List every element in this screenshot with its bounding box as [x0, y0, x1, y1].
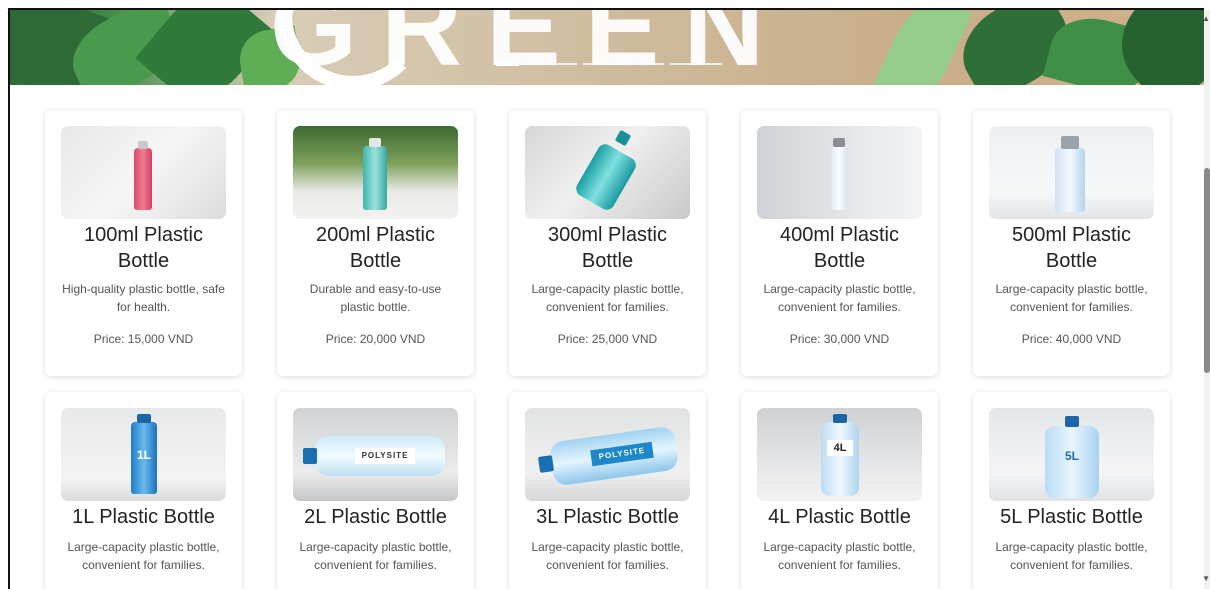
bottle-shape: [363, 146, 387, 210]
bottle-shape: [821, 422, 859, 496]
product-image: [757, 126, 922, 219]
bottle-shape: [1055, 148, 1085, 212]
product-image: POLYSITE: [293, 408, 458, 501]
bottle-cap: [833, 138, 845, 147]
product-description: Large-capacity plastic bottle, convenien…: [531, 540, 684, 572]
product-description: High-quality plastic bottle, safe for he…: [62, 282, 225, 314]
bottle-label: 4L: [827, 440, 853, 456]
scroll-down-arrow-icon[interactable]: ▼: [1202, 574, 1210, 583]
product-image: [293, 126, 458, 219]
product-description: Large-capacity plastic bottle, convenien…: [531, 282, 684, 314]
bottle-cap: [138, 141, 148, 149]
product-title: 3L Plastic Bottle: [536, 506, 679, 528]
product-image: 5L: [989, 408, 1154, 501]
bottle-shape: [831, 146, 847, 210]
product-card[interactable]: 500ml Plastic Bottle Large-capacity plas…: [973, 110, 1170, 376]
product-image: [525, 126, 690, 219]
product-title: 1L Plastic Bottle: [72, 506, 215, 528]
product-description: Large-capacity plastic bottle, convenien…: [763, 540, 916, 572]
bottle-cap: [614, 129, 632, 147]
product-description: Large-capacity plastic bottle, convenien…: [763, 282, 916, 314]
bottle-cap: [137, 414, 151, 423]
carousel-dot[interactable]: [525, 63, 548, 65]
product-title: 100ml Plastic Bottle: [84, 224, 203, 272]
product-card[interactable]: 1L 1L Plastic Bottle Large-capacity plas…: [45, 392, 242, 589]
product-price: Price: 15,000 VND: [93, 332, 194, 346]
product-title: 300ml Plastic Bottle: [548, 224, 667, 272]
product-title: 4L Plastic Bottle: [768, 506, 911, 528]
product-price: Price: 30,000 VND: [789, 332, 890, 346]
carousel-dot[interactable]: [699, 63, 722, 65]
scroll-up-arrow-icon[interactable]: ▲: [1202, 14, 1210, 23]
bottle-shape: [573, 141, 639, 213]
product-image: 4L: [757, 408, 922, 501]
product-description: Large-capacity plastic bottle, convenien…: [995, 282, 1148, 314]
product-description: Durable and easy-to-use plastic bottle.: [309, 282, 442, 314]
product-image: 1L: [61, 408, 226, 501]
bottle-label: POLYSITE: [355, 448, 415, 464]
bottle-cap: [369, 138, 381, 147]
carousel-dot[interactable]: [612, 63, 635, 65]
bottle-label: 1L: [136, 448, 151, 462]
product-price: Price: 25,000 VND: [557, 332, 658, 346]
product-title: 5L Plastic Bottle: [1000, 506, 1143, 528]
carousel-dot[interactable]: [670, 63, 693, 65]
product-card[interactable]: 300ml Plastic Bottle Large-capacity plas…: [509, 110, 706, 376]
carousel-indicators[interactable]: [496, 63, 722, 66]
carousel-dot[interactable]: [641, 63, 664, 65]
product-card[interactable]: POLYSITE 3L Plastic Bottle Large-capacit…: [509, 392, 706, 589]
hero-banner[interactable]: GREEN: [10, 10, 1204, 85]
carousel-dot[interactable]: [496, 63, 519, 66]
carousel-dot[interactable]: [554, 63, 577, 65]
product-title: 400ml Plastic Bottle: [780, 224, 899, 272]
frame-border-left: [8, 10, 10, 589]
product-card[interactable]: POLYSITE 2L Plastic Bottle Large-capacit…: [277, 392, 474, 589]
product-image: POLYSITE: [525, 408, 690, 501]
product-card[interactable]: 200ml Plastic Bottle Durable and easy-to…: [277, 110, 474, 376]
bottle-cap: [833, 414, 847, 423]
product-card[interactable]: 5L 5L Plastic Bottle Large-capacity plas…: [973, 392, 1170, 589]
leaf-decoration: [867, 10, 973, 85]
product-price: Price: 20,000 VND: [325, 332, 426, 346]
product-description: Large-capacity plastic bottle, convenien…: [995, 540, 1148, 572]
bottle-label: 5L: [1064, 449, 1079, 463]
bottle-cap: [537, 455, 555, 473]
product-image: [61, 126, 226, 219]
product-image: [989, 126, 1154, 219]
product-title: 500ml Plastic Bottle: [1012, 224, 1131, 272]
product-price: Price: 40,000 VND: [1021, 332, 1122, 346]
product-card[interactable]: 100ml Plastic Bottle High-quality plasti…: [45, 110, 242, 376]
product-title: 200ml Plastic Bottle: [316, 224, 435, 272]
product-card[interactable]: 4L 4L Plastic Bottle Large-capacity plas…: [741, 392, 938, 589]
bottle-shape: [134, 148, 152, 210]
hero-title: GREEN: [270, 10, 789, 85]
product-description: Large-capacity plastic bottle, convenien…: [67, 540, 220, 572]
product-description: Large-capacity plastic bottle, convenien…: [299, 540, 452, 572]
scrollbar-thumb[interactable]: [1204, 168, 1210, 373]
bottle-cap: [1061, 136, 1079, 149]
bottle-cap: [303, 448, 317, 464]
product-grid: 100ml Plastic Bottle High-quality plasti…: [45, 110, 1170, 589]
bottle-cap: [1065, 416, 1079, 427]
product-card[interactable]: 400ml Plastic Bottle Large-capacity plas…: [741, 110, 938, 376]
carousel-dot[interactable]: [583, 63, 606, 65]
product-title: 2L Plastic Bottle: [304, 506, 447, 528]
